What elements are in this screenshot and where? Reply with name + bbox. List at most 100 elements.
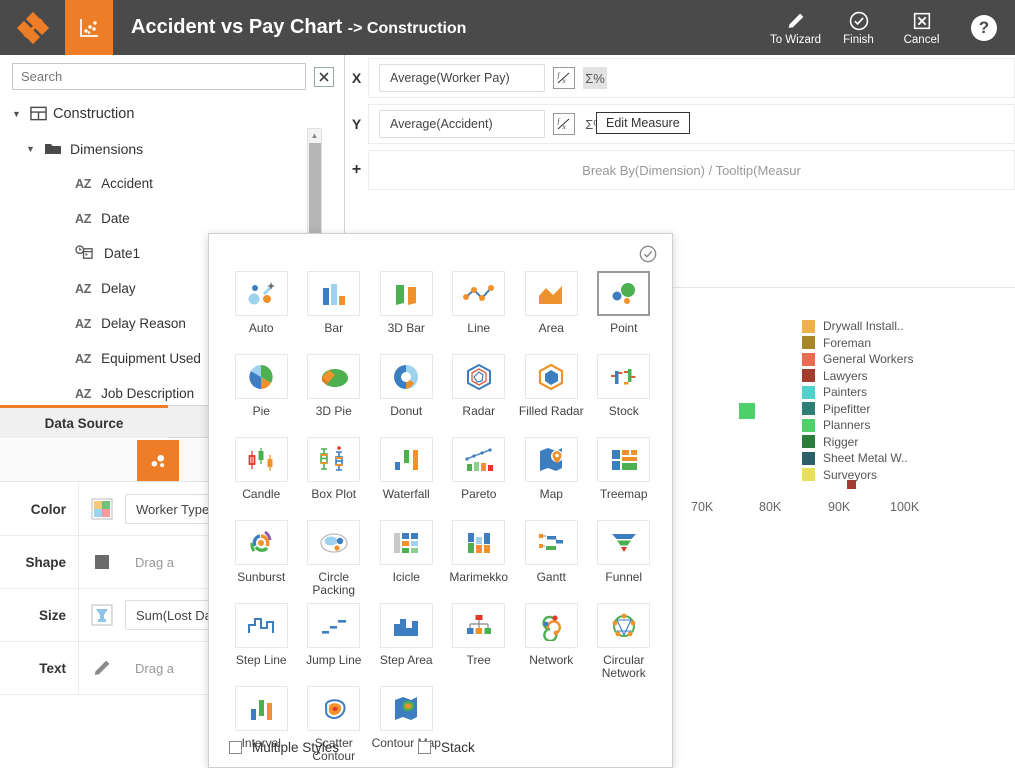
chart-type-waterfall[interactable]: Waterfall — [370, 433, 443, 516]
cancel-label: Cancel — [904, 34, 940, 46]
stack-checkbox[interactable]: Stack — [418, 740, 475, 755]
legend-item[interactable]: Surveyors — [802, 467, 913, 484]
treemap-chart-icon — [597, 437, 650, 482]
chart-type-map[interactable]: Map — [515, 433, 588, 516]
chart-type-gantt[interactable]: Gantt — [515, 516, 588, 599]
point-chart-icon — [147, 450, 169, 472]
chart-type-label: Network — [515, 654, 587, 682]
chart-type-candle[interactable]: Candle — [225, 433, 298, 516]
cancel-button[interactable]: Cancel — [890, 10, 953, 46]
chart-type-area[interactable]: Area — [515, 267, 588, 350]
legend-item[interactable]: Lawyers — [802, 368, 913, 385]
line-chart-icon — [452, 271, 505, 316]
legend-label: Drywall Install.. — [823, 319, 904, 333]
contour-map-chart-icon — [380, 686, 433, 731]
chart-type-label: Map — [515, 488, 587, 516]
break-by-binding-row: + Break By(Dimension) / Tooltip(Measur — [345, 147, 1015, 193]
search-input[interactable] — [12, 63, 306, 90]
checkbox-box[interactable] — [229, 741, 242, 754]
sigma-percent-icon[interactable]: Σ% — [583, 67, 607, 89]
legend-label: Pipefitter — [823, 402, 870, 416]
legend-item[interactable]: Rigger — [802, 434, 913, 451]
legend-item[interactable]: General Workers — [802, 351, 913, 368]
formula-icon[interactable]: f x — [553, 113, 575, 135]
chart-type-bar[interactable]: Bar — [298, 267, 371, 350]
chart-type-circle-packing[interactable]: Circle Packing — [298, 516, 371, 599]
legend-item[interactable]: Painters — [802, 384, 913, 401]
scroll-up-icon[interactable]: ▲ — [308, 129, 321, 142]
app-logo-icon — [16, 11, 50, 45]
add-binding-button[interactable]: + — [345, 161, 368, 179]
chart-type-jump-line[interactable]: Jump Line — [298, 599, 371, 682]
chart-type-network[interactable]: Network — [515, 599, 588, 682]
chart-type-tree[interactable]: Tree — [443, 599, 516, 682]
chart-type-3d-bar[interactable]: 3D Bar — [370, 267, 443, 350]
data-point-planners[interactable] — [739, 403, 755, 419]
chart-type-donut[interactable]: Donut — [370, 350, 443, 433]
help-button[interactable]: ? — [971, 15, 997, 41]
size-funnel-icon[interactable] — [89, 602, 115, 628]
chart-type-label: Filled Radar — [515, 405, 587, 433]
chart-type-funnel[interactable]: Funnel — [588, 516, 661, 599]
close-box-icon — [911, 10, 933, 32]
chart-type-auto[interactable]: Auto — [225, 267, 298, 350]
chart-type-step-line[interactable]: Step Line — [225, 599, 298, 682]
tree-node-construction[interactable]: ▼ Construction — [0, 96, 344, 131]
to-wizard-button[interactable]: To Wizard — [764, 10, 827, 46]
formula-icon[interactable]: f x — [553, 67, 575, 89]
break-by-dropzone[interactable]: Break By(Dimension) / Tooltip(Measur — [368, 150, 1015, 190]
chevron-down-icon[interactable]: ▼ — [12, 109, 30, 119]
chart-type-step-area[interactable]: Step Area — [370, 599, 443, 682]
legend-item[interactable]: Pipefitter — [802, 401, 913, 418]
az-icon: AZ — [75, 387, 91, 401]
chart-type-pareto[interactable]: Pareto — [443, 433, 516, 516]
finish-button[interactable]: Finish — [827, 10, 890, 46]
chart-type-circular-network[interactable]: Circular Network — [588, 599, 661, 682]
chart-type-line[interactable]: Line — [443, 267, 516, 350]
multiple-styles-checkbox[interactable]: Multiple Styles — [229, 740, 339, 755]
tree-item-accident[interactable]: AZ Accident — [0, 166, 344, 201]
color-palette-icon[interactable] — [89, 496, 115, 522]
svg-text:f: f — [558, 118, 561, 126]
y-axis-field[interactable]: Average(Accident) — [379, 110, 545, 138]
chart-type-3d-pie[interactable]: 3D Pie — [298, 350, 371, 433]
tab-data-source[interactable]: Data Source — [0, 405, 168, 438]
shape-square-icon[interactable] — [89, 549, 115, 575]
chart-type-marimekko[interactable]: Marimekko — [443, 516, 516, 599]
current-chart-type-indicator — [65, 0, 113, 55]
chart-type-stock[interactable]: Stock — [588, 350, 661, 433]
step-area-chart-icon — [380, 603, 433, 648]
chart-type-pie[interactable]: Pie — [225, 350, 298, 433]
az-icon: AZ — [75, 212, 91, 226]
legend-item[interactable]: Sheet Metal W.. — [802, 450, 913, 467]
az-icon: AZ — [75, 352, 91, 366]
tree-label: Job Description — [101, 386, 194, 401]
tree-node-dimensions[interactable]: ▼ Dimensions — [0, 131, 344, 166]
tree-item-date[interactable]: AZ Date — [0, 201, 344, 236]
legend-item[interactable]: Drywall Install.. — [802, 318, 913, 335]
chart-type-sunburst[interactable]: Sunburst — [225, 516, 298, 599]
chart-type-icicle[interactable]: Icicle — [370, 516, 443, 599]
chart-type-label: Circular Network — [588, 654, 660, 682]
chart-type-filled-radar[interactable]: Filled Radar — [515, 350, 588, 433]
legend-item[interactable]: Foreman — [802, 335, 913, 352]
checkbox-box[interactable] — [418, 741, 431, 754]
chart-type-radar[interactable]: Radar — [443, 350, 516, 433]
chevron-down-icon[interactable]: ▼ — [26, 144, 44, 154]
chart-type-point[interactable]: Point — [588, 267, 661, 350]
dialog-confirm-button[interactable] — [638, 244, 658, 264]
chart-type-treemap[interactable]: Treemap — [588, 433, 661, 516]
bar-chart-icon — [307, 271, 360, 316]
legend-item[interactable]: Planners — [802, 417, 913, 434]
chart-type-box-plot[interactable]: Box Plot — [298, 433, 371, 516]
app-logo[interactable] — [0, 0, 65, 55]
tree-label: Delay — [101, 281, 136, 296]
chart-type-button[interactable] — [137, 440, 179, 481]
search-clear-button[interactable] — [314, 67, 334, 87]
header-actions: To Wizard Finish Cancel ? — [764, 0, 1015, 55]
legend-label: Foreman — [823, 336, 871, 350]
chart-type-label: Candle — [225, 488, 297, 516]
text-pencil-icon[interactable] — [89, 655, 115, 681]
legend-label: Lawyers — [823, 369, 868, 383]
x-axis-field[interactable]: Average(Worker Pay) — [379, 64, 545, 92]
